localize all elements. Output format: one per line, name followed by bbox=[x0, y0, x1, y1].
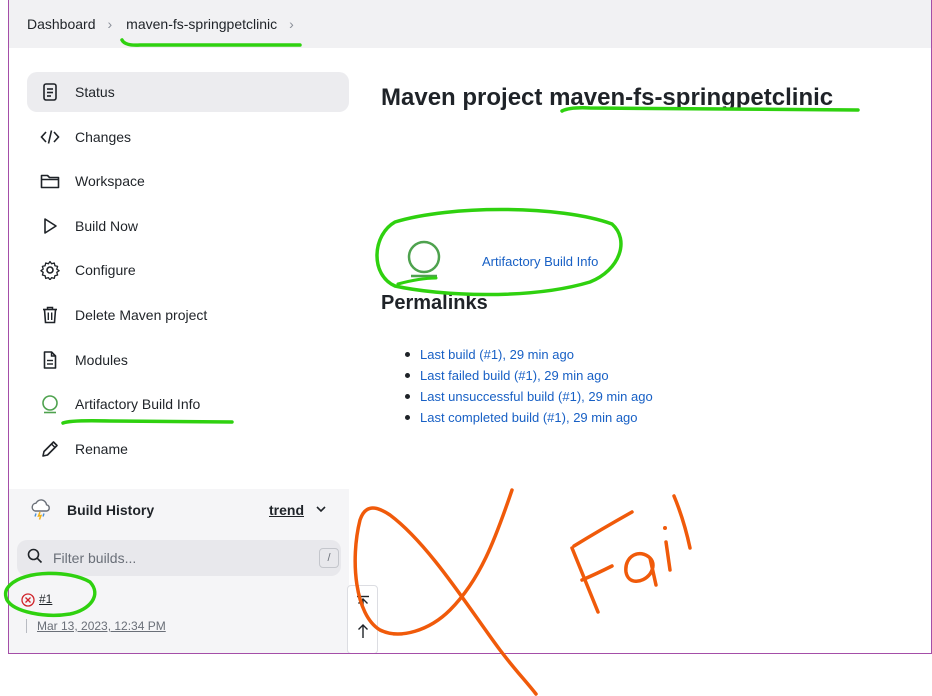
sidebar-item-configure[interactable]: Configure bbox=[27, 250, 349, 290]
document-icon bbox=[39, 349, 61, 371]
pencil-icon bbox=[39, 438, 61, 460]
sidebar-item-build-now[interactable]: Build Now bbox=[27, 206, 349, 246]
jenkins-window: Dashboard › maven-fs-springpetclinic › S… bbox=[8, 0, 932, 654]
artifactory-link-label[interactable]: Artifactory Build Info bbox=[482, 254, 598, 269]
filter-builds-field[interactable]: / bbox=[17, 540, 341, 576]
trend-link[interactable]: trend bbox=[269, 502, 304, 518]
gear-icon bbox=[39, 259, 61, 281]
code-icon bbox=[39, 126, 61, 148]
permalink-last-completed-build[interactable]: Last completed build (#1), 29 min ago bbox=[405, 408, 653, 429]
sidebar-item-label: Changes bbox=[75, 128, 132, 145]
sidebar-item-workspace[interactable]: Workspace bbox=[27, 161, 349, 201]
sidebar-item-artifactory-build-info[interactable]: Artifactory Build Info bbox=[27, 384, 349, 424]
timeline-tick bbox=[26, 619, 27, 633]
breadcrumb-dashboard[interactable]: Dashboard bbox=[27, 16, 96, 32]
chevron-right-icon: › bbox=[107, 16, 113, 32]
sidebar-item-label: Build Now bbox=[75, 217, 139, 234]
artifactory-build-info-link[interactable]: Artifactory Build Info bbox=[405, 240, 598, 283]
weather-stormy-icon bbox=[29, 497, 53, 524]
sidebar-item-label: Artifactory Build Info bbox=[75, 396, 201, 413]
page-title-prefix: Maven project bbox=[381, 84, 543, 111]
artifactory-icon bbox=[405, 240, 443, 283]
sidebar-item-label: Modules bbox=[75, 351, 128, 368]
build-history-header: Build History trend bbox=[9, 489, 349, 531]
sidebar-item-delete-project[interactable]: Delete Maven project bbox=[27, 295, 349, 335]
sidebar-item-label: Configure bbox=[75, 262, 136, 279]
build-timestamp-link[interactable]: Mar 13, 2023, 12:34 PM bbox=[37, 619, 166, 633]
sidebar-item-modules[interactable]: Modules bbox=[27, 340, 349, 380]
build-history-title: Build History bbox=[67, 502, 155, 518]
trash-icon bbox=[39, 304, 61, 326]
sidebar-item-label: Workspace bbox=[75, 173, 145, 190]
permalink-last-failed-build[interactable]: Last failed build (#1), 29 min ago bbox=[405, 366, 653, 387]
keyboard-shortcut-hint: / bbox=[319, 548, 339, 568]
document-icon bbox=[39, 81, 61, 103]
build-history-scroll-controls bbox=[347, 585, 378, 653]
chevron-right-icon[interactable]: › bbox=[289, 16, 294, 32]
filter-builds-input[interactable] bbox=[53, 550, 293, 566]
page-title-project: maven-fs-springpetclinic bbox=[549, 84, 834, 111]
search-icon bbox=[27, 548, 43, 569]
sidebar-item-rename[interactable]: Rename bbox=[27, 429, 349, 469]
build-row[interactable]: #1 Mar 13, 2023, 12:34 PM bbox=[17, 589, 341, 653]
artifactory-icon bbox=[39, 393, 61, 415]
chevron-down-icon[interactable] bbox=[314, 502, 328, 519]
build-number-link[interactable]: #1 bbox=[39, 592, 52, 606]
sidebar-item-label: Status bbox=[75, 84, 115, 100]
scroll-to-top-icon[interactable] bbox=[354, 594, 372, 612]
permalink-last-build[interactable]: Last build (#1), 29 min ago bbox=[405, 345, 653, 366]
breadcrumb-project[interactable]: maven-fs-springpetclinic bbox=[126, 16, 277, 32]
sidebar-item-changes[interactable]: Changes bbox=[27, 117, 349, 157]
scroll-up-icon[interactable] bbox=[354, 622, 372, 640]
build-history-panel: Build History trend / #1 Mar 13, 2023, 1… bbox=[9, 489, 349, 653]
folder-icon bbox=[39, 170, 61, 192]
permalinks-heading: Permalinks bbox=[381, 292, 488, 314]
failed-status-icon bbox=[21, 593, 35, 612]
play-icon bbox=[39, 215, 61, 237]
page-title: Maven project maven-fs-springpetclinic bbox=[381, 84, 833, 112]
sidebar: Status Changes Workspace Build Now Confi… bbox=[27, 72, 349, 473]
permalink-last-unsuccessful-build[interactable]: Last unsuccessful build (#1), 29 min ago bbox=[405, 387, 653, 408]
permalinks-list: Last build (#1), 29 min ago Last failed … bbox=[405, 345, 653, 429]
main-content: Maven project maven-fs-springpetclinic A… bbox=[381, 0, 931, 653]
sidebar-item-label: Rename bbox=[75, 440, 128, 457]
sidebar-item-status[interactable]: Status bbox=[27, 72, 349, 112]
sidebar-item-label: Delete Maven project bbox=[75, 306, 208, 323]
